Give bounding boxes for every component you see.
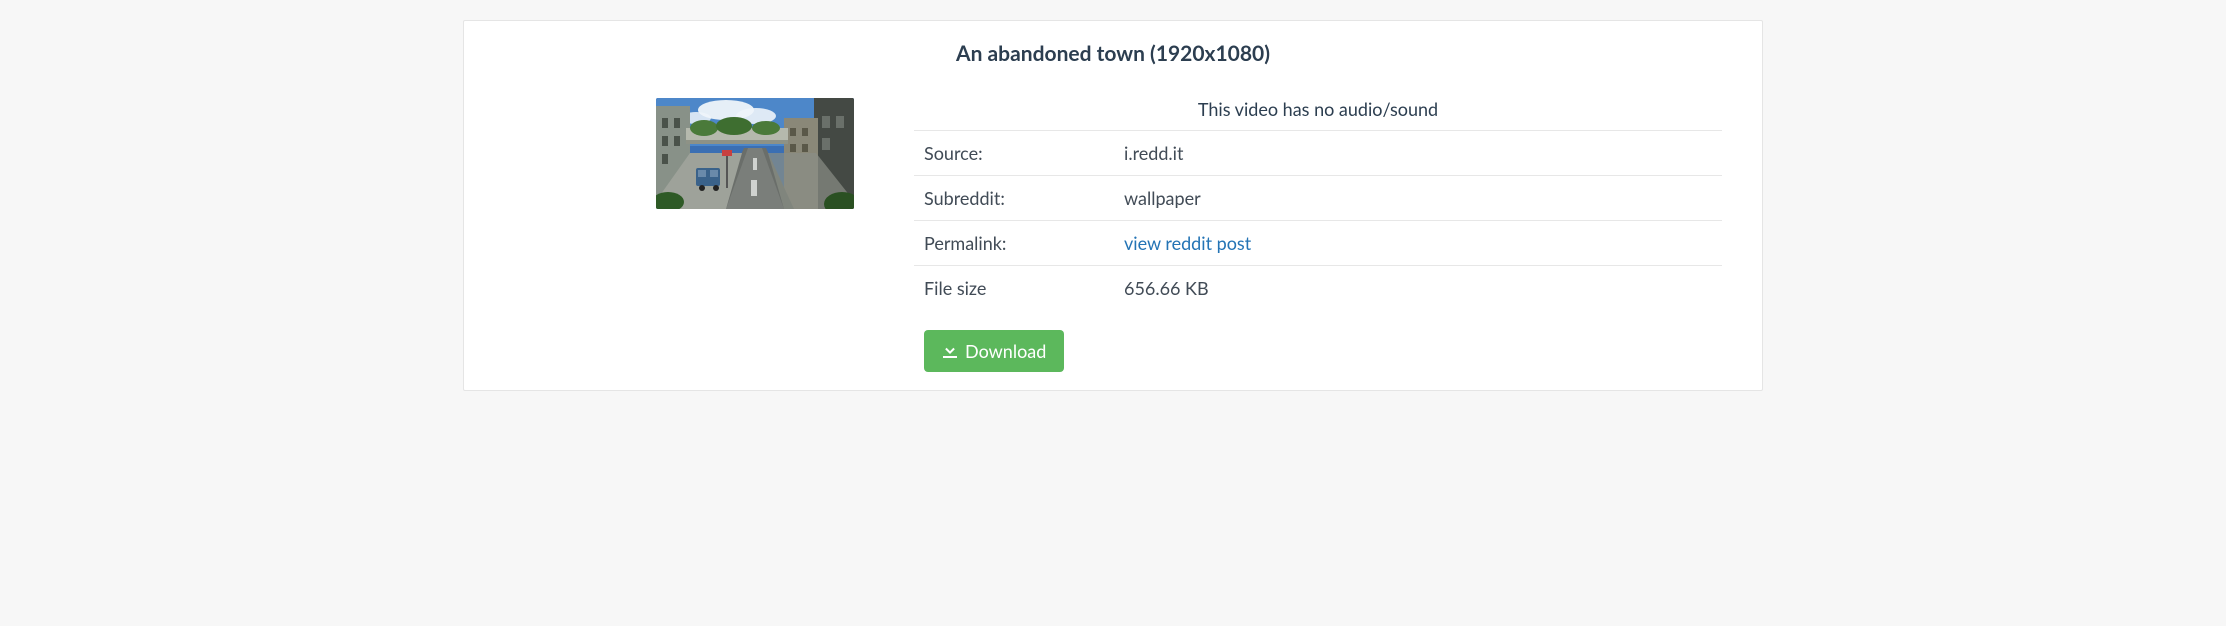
- filesize-label: File size: [914, 266, 1114, 311]
- table-row: Permalink: view reddit post: [914, 221, 1722, 266]
- thumbnail-image: [656, 98, 854, 209]
- table-row: Subreddit: wallpaper: [914, 176, 1722, 221]
- source-value: i.redd.it: [1114, 131, 1722, 176]
- filesize-value: 656.66 KB: [1114, 266, 1722, 311]
- table-row: File size 656.66 KB: [914, 266, 1722, 311]
- info-column: This video has no audio/sound Source: i.…: [914, 98, 1732, 372]
- permalink-value: view reddit post: [1114, 221, 1722, 266]
- post-title: An abandoned town (1920x1080): [494, 41, 1732, 66]
- reddit-post-link[interactable]: view reddit post: [1124, 232, 1251, 254]
- content-row: This video has no audio/sound Source: i.…: [494, 98, 1732, 372]
- table-row: Source: i.redd.it: [914, 131, 1722, 176]
- download-icon: [942, 340, 958, 362]
- thumbnail-column: [494, 98, 874, 372]
- media-card: An abandoned town (1920x1080): [463, 20, 1763, 391]
- audio-notice: This video has no audio/sound: [914, 98, 1722, 131]
- source-label: Source:: [914, 131, 1114, 176]
- download-row: Download: [914, 330, 1722, 372]
- subreddit-label: Subreddit:: [914, 176, 1114, 221]
- download-button[interactable]: Download: [924, 330, 1064, 372]
- info-table: This video has no audio/sound Source: i.…: [914, 98, 1722, 310]
- download-label: Download: [965, 340, 1046, 362]
- subreddit-value: wallpaper: [1114, 176, 1722, 221]
- permalink-label: Permalink:: [914, 221, 1114, 266]
